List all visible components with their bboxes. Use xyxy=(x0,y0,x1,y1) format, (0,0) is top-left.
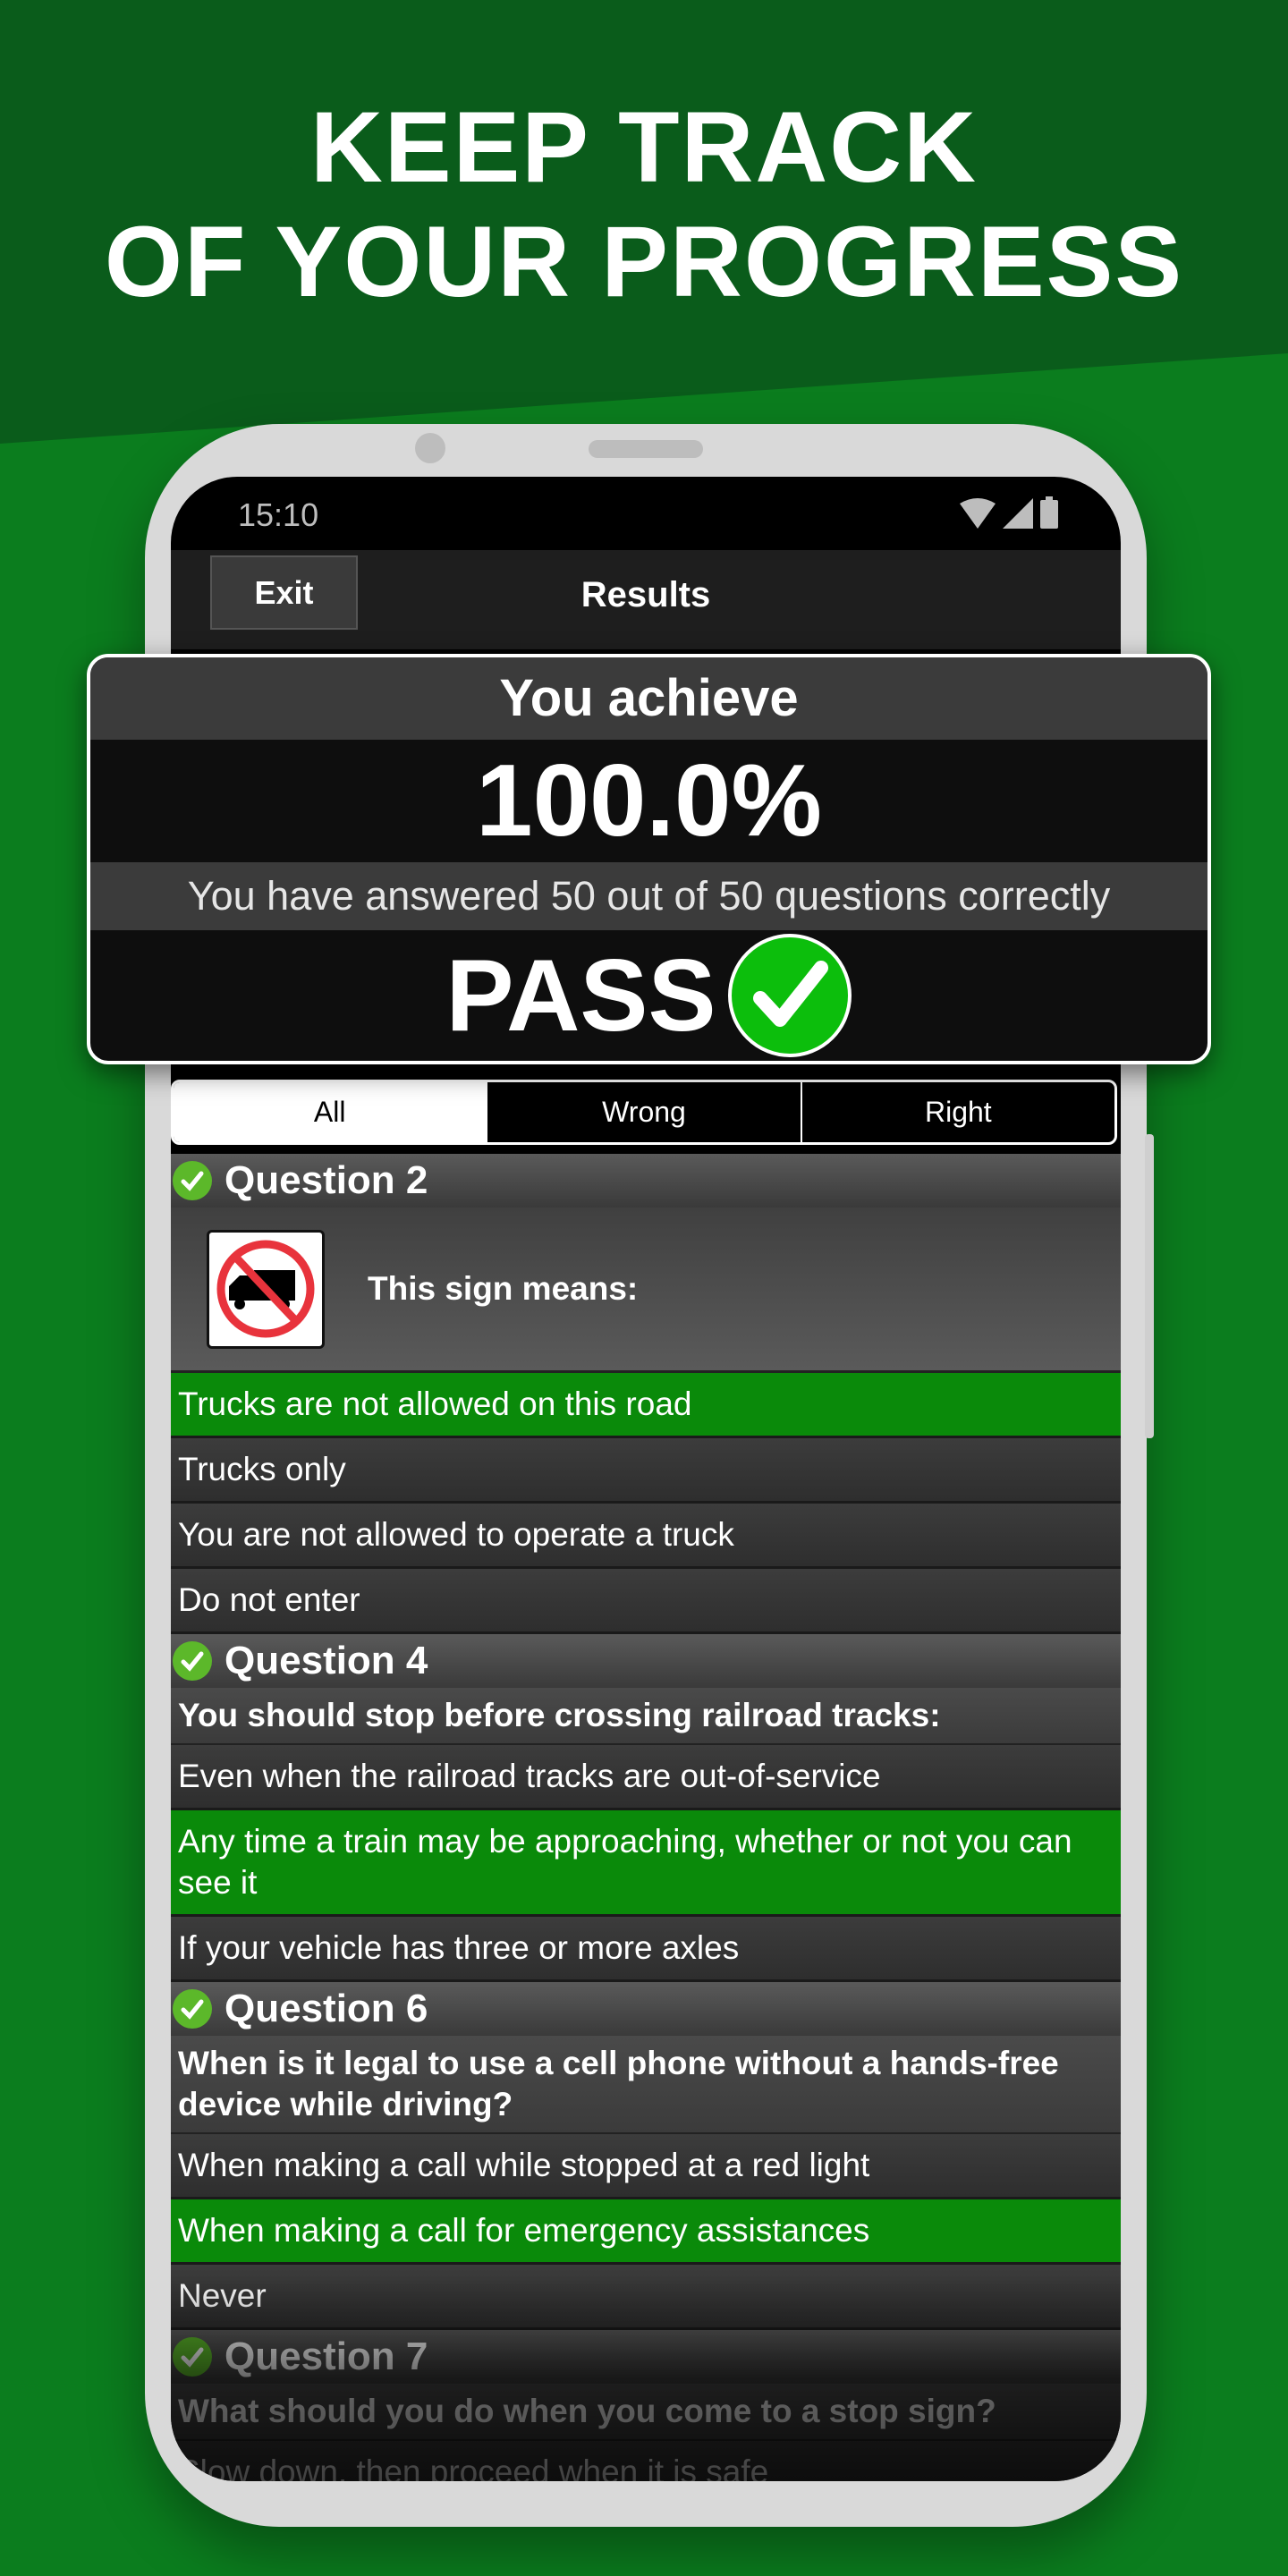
promo-headline-1: KEEP TRACK xyxy=(309,91,979,203)
toolbar: Exit Results xyxy=(171,550,1121,649)
result-card: You achieve 100.0% You have answered 50 … xyxy=(87,654,1211,1064)
answer-option[interactable]: Slow down, then proceed when it is safe xyxy=(171,2441,1121,2481)
promo-headline-2: OF YOUR PROGRESS xyxy=(104,206,1184,318)
question-header: Question 2 xyxy=(171,1154,1121,1208)
pass-check-icon xyxy=(728,934,852,1057)
check-icon xyxy=(173,1641,212,1681)
question-prompt: This sign means: xyxy=(171,1208,1121,1373)
wifi-icon xyxy=(960,498,996,529)
answer-correct[interactable]: When making a call for emergency assista… xyxy=(171,2199,1121,2265)
battery-icon xyxy=(1040,496,1058,529)
question-header: Question 7 xyxy=(171,2330,1121,2384)
question-text: What should you do when you come to a st… xyxy=(171,2384,1121,2441)
question-header: Question 6 xyxy=(171,1982,1121,2036)
answer-option[interactable]: When making a call while stopped at a re… xyxy=(171,2134,1121,2199)
answer-correct[interactable]: Any time a train may be approaching, whe… xyxy=(171,1810,1121,1917)
question-text: You should stop before crossing railroad… xyxy=(171,1688,1121,1745)
answer-option[interactable]: If your vehicle has three or more axles xyxy=(171,1917,1121,1982)
question-list[interactable]: Question 2 This sign means: Trucks are not… xyxy=(171,1154,1121,2481)
check-icon xyxy=(173,1161,212,1200)
status-bar: 15:10 xyxy=(171,477,1121,550)
answer-option[interactable]: Trucks only xyxy=(171,1438,1121,1504)
question-block: Question 2 This sign means: Trucks are not… xyxy=(171,1154,1121,1634)
status-time: 15:10 xyxy=(238,496,319,533)
phone-side-button xyxy=(1145,1134,1154,1438)
question-block: Question 4 You should stop before crossin… xyxy=(171,1634,1121,1982)
signal-icon xyxy=(1003,498,1033,529)
result-score: 100.0% xyxy=(476,744,822,858)
result-summary: You have answered 50 out of 50 questions… xyxy=(90,862,1208,930)
result-heading: You achieve xyxy=(90,657,1208,740)
question-block: Question 6 When is it legal to use a cell… xyxy=(171,1982,1121,2330)
question-text: When is it legal to use a cell phone wit… xyxy=(171,2036,1121,2134)
page-title: Results xyxy=(580,575,711,614)
speaker-grille xyxy=(589,440,703,458)
no-trucks-sign-icon xyxy=(207,1229,325,1349)
answer-option[interactable]: Do not enter xyxy=(171,1569,1121,1634)
question-title: Question 6 xyxy=(225,1987,428,2030)
answer-correct[interactable]: Trucks are not allowed on this road xyxy=(171,1373,1121,1438)
tab-right[interactable]: Right xyxy=(800,1082,1114,1142)
question-header: Question 4 xyxy=(171,1634,1121,1688)
question-block: Question 7 What should you do when you co… xyxy=(171,2330,1121,2481)
question-title: Question 2 xyxy=(225,1158,428,1202)
question-title: Question 4 xyxy=(225,1639,428,1682)
answer-option[interactable]: Even when the railroad tracks are out-of… xyxy=(171,1745,1121,1810)
filter-tabs: All Wrong Right xyxy=(171,1080,1117,1145)
result-verdict-row: PASS xyxy=(90,930,1208,1061)
result-verdict: PASS xyxy=(445,938,716,1053)
question-text: This sign means: xyxy=(368,1270,639,1307)
check-icon xyxy=(173,2337,212,2377)
tab-wrong[interactable]: Wrong xyxy=(486,1082,800,1142)
camera-icon xyxy=(415,433,445,463)
question-title: Question 7 xyxy=(225,2334,428,2378)
check-icon xyxy=(173,1989,212,2029)
answer-option[interactable]: Never xyxy=(171,2265,1121,2330)
tab-all[interactable]: All xyxy=(174,1082,487,1142)
answer-option[interactable]: You are not allowed to operate a truck xyxy=(171,1504,1121,1569)
